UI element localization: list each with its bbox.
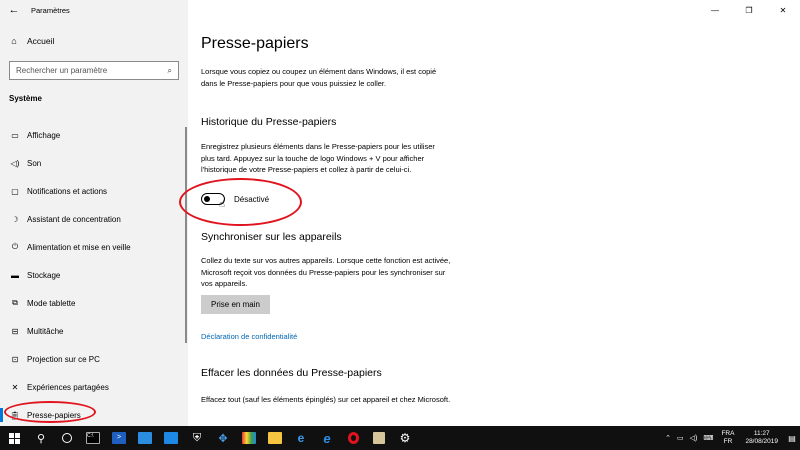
multitask-icon: ⊟ xyxy=(11,326,19,336)
clear-description: Effacez tout (sauf les éléments épinglés… xyxy=(201,395,451,404)
maximize-icon: ❐ xyxy=(745,5,753,15)
close-icon: ✕ xyxy=(779,5,787,15)
clear-heading: Effacer les données du Presse-papiers xyxy=(201,367,382,379)
clock[interactable]: 11:27 28/08/2019 xyxy=(739,430,784,446)
notification-icon: ▢ xyxy=(11,186,19,196)
storage-icon: ▬ xyxy=(11,270,19,280)
edge-icon[interactable]: e xyxy=(288,426,314,450)
sync-description: Collez du texte sur vos autres appareils… xyxy=(201,256,451,288)
intro-text: Lorsque vous copiez ou coupez un élément… xyxy=(201,67,437,88)
sidebar-item-label: Affichage xyxy=(27,130,61,140)
sidebar-item-tablet-mode[interactable]: ⧉ Mode tablette xyxy=(0,289,188,317)
page-title: Presse-papiers xyxy=(201,35,309,52)
volume-icon[interactable]: ◁) xyxy=(687,434,701,442)
sidebar-scrollbar[interactable] xyxy=(185,127,187,343)
sidebar-item-son[interactable]: ◁) Son xyxy=(0,149,188,177)
history-heading: Historique du Presse-papiers xyxy=(201,116,337,128)
share-icon: ✕ xyxy=(11,382,19,392)
task-view-icon[interactable] xyxy=(54,426,80,450)
paint-icon[interactable] xyxy=(236,426,262,450)
maximize-button[interactable]: ❐ xyxy=(732,0,766,20)
sidebar-item-focus-assist[interactable]: ☽ Assistant de concentration xyxy=(0,205,188,233)
home-link[interactable]: ⌂ Accueil xyxy=(8,36,54,46)
privacy-link[interactable]: Déclaration de confidentialité xyxy=(201,332,297,341)
lang-top: FRA xyxy=(721,430,735,437)
sidebar-item-power[interactable]: ⏻ Alimentation et mise en veille xyxy=(0,233,188,261)
sidebar-item-label: Notifications et actions xyxy=(27,186,108,196)
sidebar-item-label: Son xyxy=(27,158,42,168)
annotation-ellipse-toggle xyxy=(179,178,302,226)
tray-overflow-icon[interactable]: ⌃ xyxy=(662,434,674,442)
history-description: Enregistrez plusieurs éléments dans le P… xyxy=(201,142,435,174)
sidebar-item-label: Assistant de concentration xyxy=(27,214,121,224)
project-icon: ⊡ xyxy=(11,354,19,364)
sidebar-item-label: Expériences partagées xyxy=(27,382,109,392)
settings-window: ← Paramètres ⌂ Accueil ⌕ Système ▭ Affic… xyxy=(0,0,800,426)
sync-heading: Synchroniser sur les appareils xyxy=(201,231,342,243)
sidebar-item-label: Stockage xyxy=(27,270,61,280)
sidebar-item-storage[interactable]: ▬ Stockage xyxy=(0,261,188,289)
sidebar-item-label: Projection sur ce PC xyxy=(27,354,100,364)
remote-desktop-icon[interactable] xyxy=(132,426,158,450)
back-button[interactable]: ← xyxy=(3,0,25,20)
dropbox-icon[interactable]: ✥ xyxy=(210,426,236,450)
power-icon: ⏻ xyxy=(11,242,19,251)
get-started-button[interactable]: Prise en main xyxy=(201,295,270,314)
clock-time: 11:27 xyxy=(753,430,770,437)
system-tray: ⌃ ▭ ◁) ⌨ FRA FR 11:27 28/08/2019 ▤ xyxy=(662,426,800,450)
window-controls: — ❐ ✕ xyxy=(698,0,800,20)
action-center-icon[interactable]: ▤ xyxy=(784,434,800,443)
notepad-icon[interactable] xyxy=(366,426,392,450)
sidebar-nav: ▭ Affichage ◁) Son ▢ Notifications et ac… xyxy=(0,121,188,426)
windows-logo-icon xyxy=(8,432,20,444)
speaker-icon: ◁) xyxy=(10,158,20,168)
sidebar-item-label: Alimentation et mise en veille xyxy=(27,242,131,252)
close-button[interactable]: ✕ xyxy=(766,0,800,20)
keyboard-icon[interactable]: ⌨ xyxy=(700,434,716,442)
photos-icon[interactable] xyxy=(158,426,184,450)
start-button[interactable] xyxy=(0,426,28,450)
sidebar-item-label: Multitâche xyxy=(27,326,64,336)
search-input[interactable] xyxy=(16,66,156,75)
sidebar-item-notifications[interactable]: ▢ Notifications et actions xyxy=(0,177,188,205)
home-label: Accueil xyxy=(27,36,55,46)
sidebar-item-shared-experiences[interactable]: ✕ Expériences partagées xyxy=(0,373,188,401)
annotation-ellipse-clipboard xyxy=(4,401,96,423)
sidebar-item-label: Mode tablette xyxy=(27,298,76,308)
ie-icon[interactable]: e xyxy=(314,426,340,450)
back-arrow-icon: ← xyxy=(8,4,20,16)
moon-icon: ☽ xyxy=(11,214,19,224)
search-icon[interactable]: ⌕ xyxy=(168,66,172,76)
sidebar-item-multitasking[interactable]: ⊟ Multitâche xyxy=(0,317,188,345)
powershell-icon[interactable]: > xyxy=(106,426,132,450)
settings-icon[interactable]: ⚙ xyxy=(392,426,418,450)
network-icon[interactable]: ▭ xyxy=(674,434,687,442)
sidebar: ← Paramètres ⌂ Accueil ⌕ Système ▭ Affic… xyxy=(0,0,188,426)
sidebar-item-affichage[interactable]: ▭ Affichage xyxy=(0,121,188,149)
cortana-search-icon[interactable]: ⚲ xyxy=(28,426,54,450)
settings-search[interactable]: ⌕ xyxy=(9,61,179,80)
monitor-icon: ▭ xyxy=(11,130,19,140)
minimize-button[interactable]: — xyxy=(698,0,732,20)
app-title: Paramètres xyxy=(31,5,70,15)
security-icon[interactable]: ⛨ xyxy=(184,426,210,450)
opera-icon[interactable] xyxy=(340,426,366,450)
sidebar-item-projection[interactable]: ⊡ Projection sur ce PC xyxy=(0,345,188,373)
cmd-icon[interactable]: C:\ xyxy=(80,426,106,450)
titlebar: ← Paramètres xyxy=(0,0,188,20)
language-indicator[interactable]: FRA FR xyxy=(716,430,739,446)
home-icon: ⌂ xyxy=(11,36,17,46)
taskbar: ⚲ C:\ > ⛨ ✥ e e ⚙ ⌃ ▭ ◁) ⌨ FRA FR 11:27 … xyxy=(0,426,800,450)
minimize-icon: — xyxy=(711,5,719,15)
lang-bottom: FR xyxy=(723,438,733,445)
file-explorer-icon[interactable] xyxy=(262,426,288,450)
clock-date: 28/08/2019 xyxy=(745,438,778,445)
section-title: Système xyxy=(9,94,42,103)
tablet-icon: ⧉ xyxy=(12,298,18,307)
